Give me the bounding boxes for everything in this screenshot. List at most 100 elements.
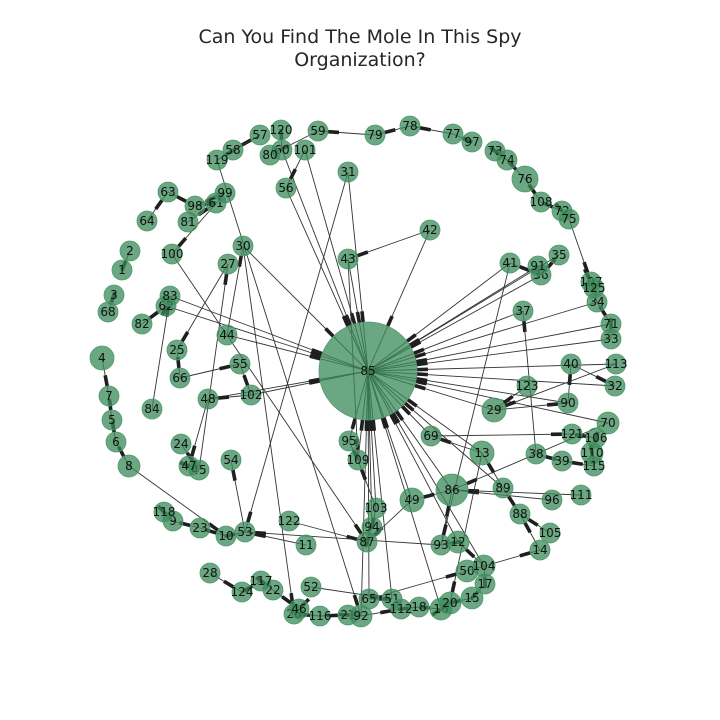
edge-arrowhead-79-59 (327, 129, 340, 135)
node-label-84: 84 (144, 402, 159, 416)
edge-arrowhead-42-43 (356, 250, 369, 258)
node-103: 103 (365, 497, 387, 519)
node-label-24: 24 (173, 437, 188, 451)
node-label-93: 93 (433, 538, 448, 552)
node-4: 4 (89, 345, 115, 371)
node-label-119: 119 (206, 153, 229, 167)
node-label-6: 6 (112, 435, 120, 449)
node-label-5: 5 (108, 413, 116, 427)
edge-arrowhead-88-89 (506, 495, 516, 507)
edge-arrowhead-55-102 (242, 374, 250, 387)
node-46: 46 (288, 598, 310, 620)
node-label-37: 37 (515, 304, 530, 318)
node-label-28: 28 (202, 566, 217, 580)
node-label-68: 68 (100, 305, 115, 319)
edge-arrowhead-33-85 (416, 361, 428, 367)
edge-arrowhead-44-30 (237, 255, 244, 267)
node-label-11: 11 (298, 538, 313, 552)
edge-arrowhead-93-53 (254, 530, 267, 536)
node-label-29: 29 (486, 403, 501, 417)
node-label-124: 124 (231, 585, 254, 599)
node-38: 38 (525, 443, 547, 465)
node-28: 28 (199, 562, 221, 584)
edge-arrowhead-13-20 (450, 581, 457, 593)
node-113: 113 (605, 353, 627, 375)
node-label-64: 64 (139, 214, 154, 228)
node-label-116: 116 (309, 609, 332, 623)
node-25: 25 (166, 339, 188, 361)
edge-arrowhead-82-62 (148, 310, 160, 321)
node-label-69: 69 (423, 429, 438, 443)
node-13: 13 (469, 440, 495, 466)
node-label-74: 74 (499, 153, 514, 167)
edge-arrowhead-53-54 (231, 469, 237, 481)
node-77: 77 (442, 123, 464, 145)
node-label-90: 90 (560, 396, 575, 410)
node-47: 47 (178, 455, 200, 477)
edge-arrowhead-37-85 (413, 347, 425, 355)
edge-arrowhead-41-93 (441, 524, 448, 536)
node-label-18: 18 (411, 600, 426, 614)
node-124: 124 (231, 581, 254, 603)
edge-arrowhead-100-87 (353, 523, 363, 535)
edge-arrowhead-78-79 (384, 128, 396, 135)
node-31: 31 (337, 161, 359, 183)
node-label-83: 83 (162, 289, 177, 303)
node-label-75: 75 (561, 212, 576, 226)
edge-arrowhead-95-85 (350, 417, 357, 430)
node-5: 5 (101, 409, 123, 431)
edge-arrowhead-119-92 (352, 594, 360, 607)
node-label-80: 80 (262, 148, 277, 162)
node-label-91: 91 (530, 259, 545, 273)
edge-arrowhead-14-88 (523, 521, 532, 534)
node-label-102: 102 (240, 388, 263, 402)
node-label-14: 14 (532, 543, 547, 557)
node-39: 39 (551, 450, 573, 472)
node-98: 98 (184, 195, 206, 217)
edge-arrowhead-27-25 (180, 331, 190, 343)
node-48: 48 (197, 388, 219, 410)
node-88: 88 (509, 503, 531, 525)
node-label-71: 71 (603, 317, 618, 331)
node-label-39: 39 (554, 454, 569, 468)
node-79: 79 (364, 124, 386, 146)
node-label-115: 115 (583, 459, 606, 473)
node-32: 32 (604, 375, 626, 397)
node-label-59: 59 (310, 124, 325, 138)
node-59: 59 (307, 120, 329, 142)
node-90: 90 (557, 392, 579, 414)
node-109: 109 (347, 449, 369, 471)
node-54: 54 (220, 449, 242, 471)
node-label-99: 99 (217, 186, 232, 200)
node-122: 122 (278, 510, 301, 532)
node-label-111: 111 (570, 488, 593, 502)
node-108: 108 (530, 191, 552, 213)
node-89: 89 (492, 477, 514, 499)
node-8: 8 (117, 454, 141, 478)
node-123: 123 (516, 375, 538, 397)
node-label-89: 89 (495, 481, 510, 495)
node-111: 111 (570, 484, 593, 506)
edge-arrowhead-71-85 (415, 357, 428, 364)
edge-arrowhead-101-56 (288, 168, 298, 180)
edge-arrowhead-109-85 (359, 419, 365, 431)
edge-arrowhead-89-13 (486, 462, 496, 474)
node-29: 29 (481, 397, 507, 423)
node-2: 2 (119, 240, 141, 262)
node-75: 75 (558, 208, 580, 230)
node-30: 30 (232, 235, 254, 257)
node-label-30: 30 (235, 239, 250, 253)
node-42: 42 (419, 219, 441, 241)
node-94: 94 (361, 516, 383, 538)
edge-arrowhead-45-27 (223, 273, 229, 286)
node-label-96: 96 (544, 493, 559, 507)
edge-30-26 (242, 245, 295, 615)
edge-arrowhead-90-40 (567, 373, 573, 386)
node-49: 49 (399, 487, 425, 513)
edge-arrowhead-34-85 (414, 351, 426, 359)
node-119: 119 (206, 149, 229, 171)
node-label-122: 122 (278, 514, 301, 528)
node-label-125: 125 (583, 281, 606, 295)
node-label-95: 95 (341, 434, 356, 448)
node-label-43: 43 (340, 252, 355, 266)
